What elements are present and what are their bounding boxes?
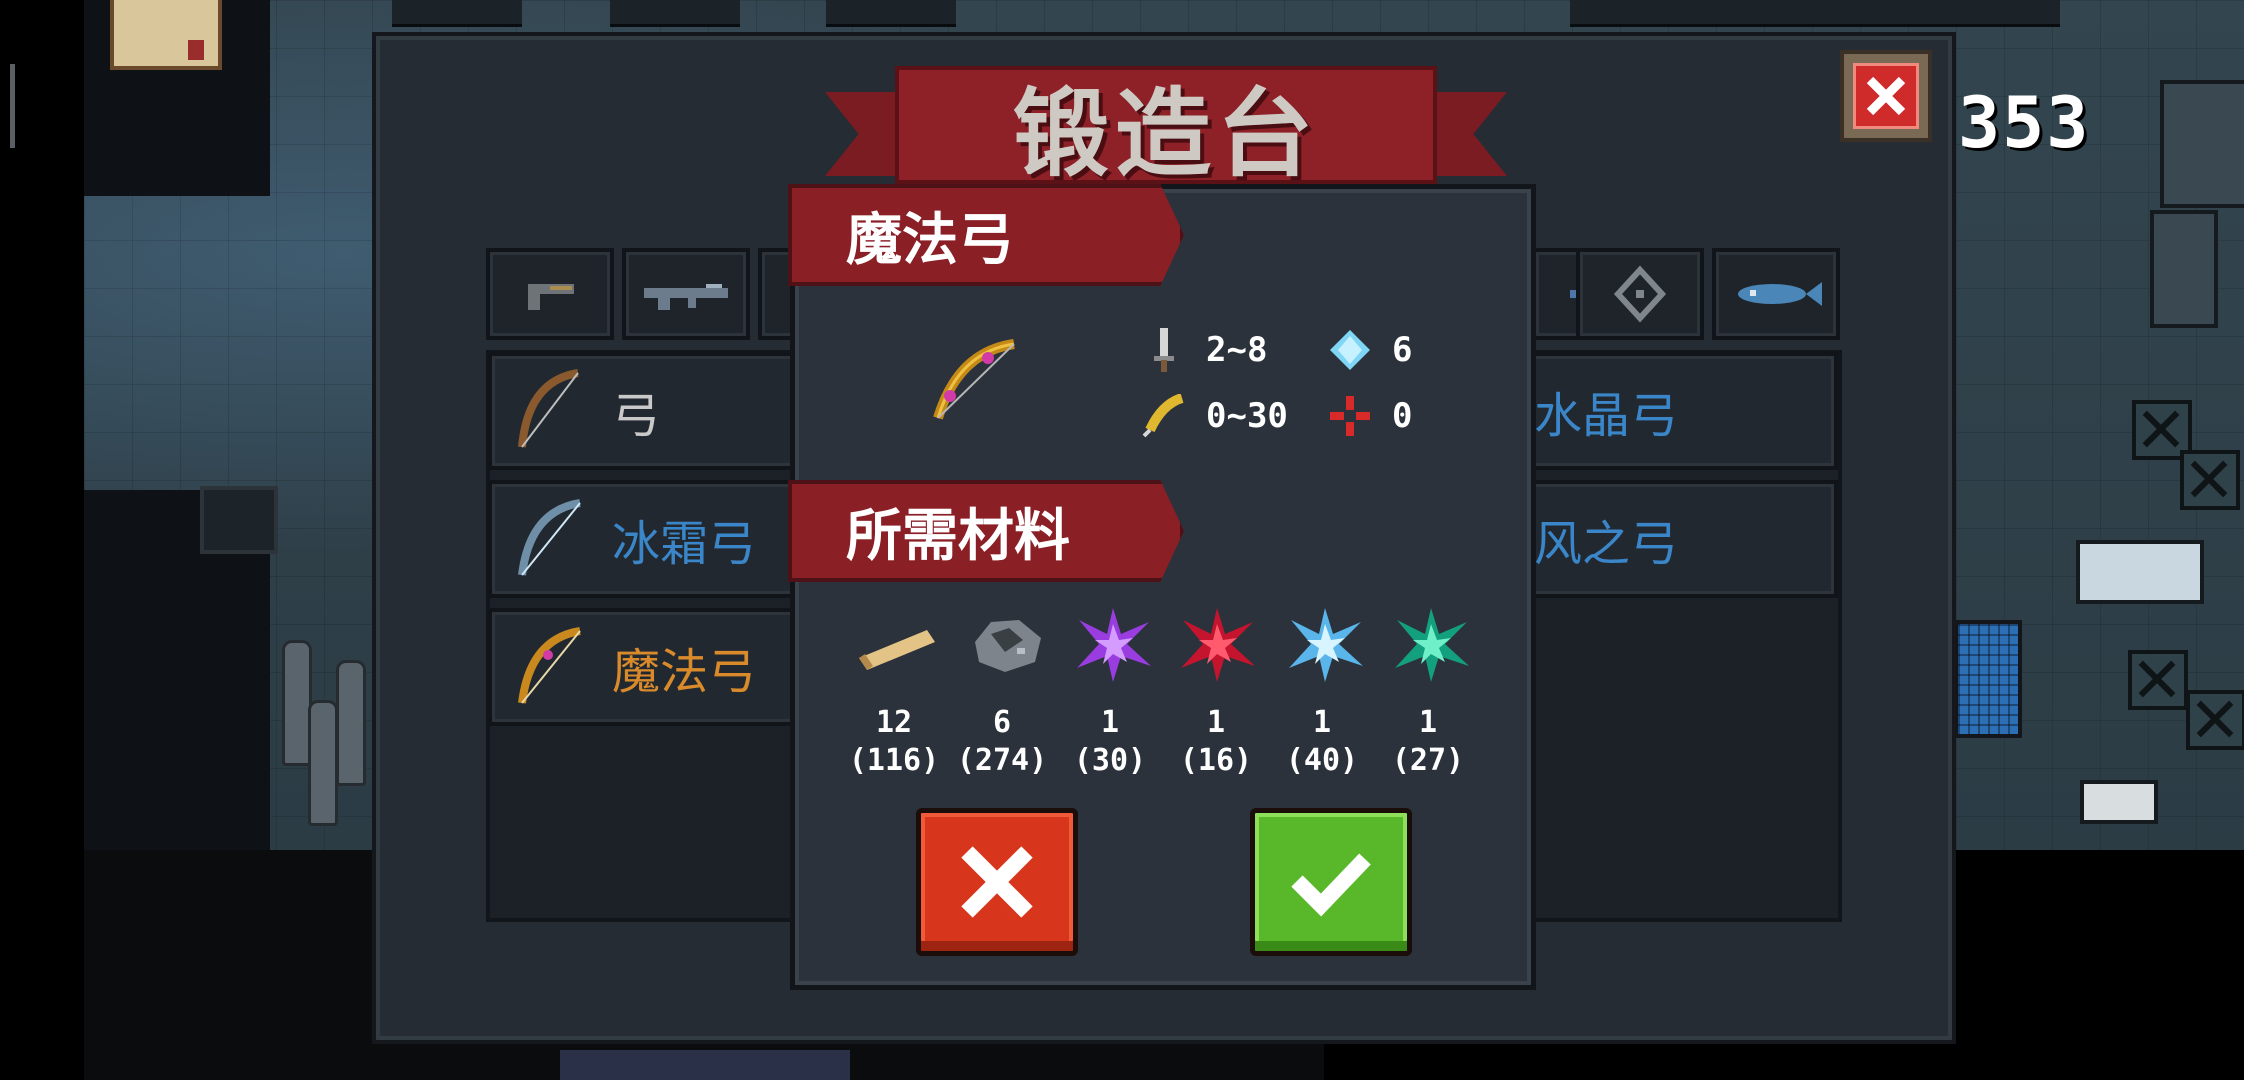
owned-amount: (30) [1073, 743, 1147, 778]
damage-stat: 2~8 [1142, 328, 1267, 372]
list-item-label: 魔法弓 [612, 644, 757, 700]
owned-amount: (40) [1285, 743, 1359, 778]
magic-bow-icon [518, 627, 581, 704]
magic-bow-large-icon [933, 339, 1015, 420]
notice-scroll-icon [110, 0, 222, 70]
gem-count: 353 [1958, 82, 2091, 164]
energy-value: 6 [1392, 330, 1413, 370]
required-amount: 12 [875, 705, 913, 740]
energy-stat: 6 [1328, 328, 1412, 372]
critical-value: 0 [1392, 396, 1413, 436]
required-amount: 1 [1100, 705, 1120, 740]
machine-cabinet [2150, 210, 2218, 328]
list-item-crystal-bow[interactable]: 水晶弓 [1520, 352, 1838, 470]
close-icon [1866, 76, 1906, 116]
material-count-wood: 12 (116) [844, 704, 944, 780]
critical-stat: 0 [1328, 394, 1412, 438]
list-item-wind-bow[interactable]: 风之弓 [1520, 480, 1838, 598]
red-crystal-icon [1172, 604, 1262, 684]
weapon-name: 魔法弓 [846, 207, 1014, 273]
owned-amount: (27) [1391, 743, 1465, 778]
wall-block [1570, 0, 2060, 27]
iron-ore-icon [962, 604, 1052, 684]
floor-tile [560, 1050, 850, 1080]
confirm-forge-button[interactable] [1250, 808, 1412, 956]
pipe-machine [2076, 540, 2204, 604]
critical-crosshair-icon [1330, 396, 1370, 436]
computer-screen [1954, 620, 2022, 738]
owned-amount: (16) [1179, 743, 1253, 778]
tab-pistol[interactable] [486, 248, 614, 340]
door-frame [200, 486, 278, 554]
required-amount: 1 [1312, 705, 1332, 740]
frost-bow-icon [518, 499, 581, 576]
crate-icon [2128, 650, 2188, 710]
panel-title: 锻造台 [895, 66, 1437, 190]
sword-icon [1154, 328, 1174, 372]
tab-rifle[interactable] [622, 248, 750, 340]
cancel-button[interactable] [916, 808, 1078, 956]
accuracy-stat: 0~30 [1142, 394, 1288, 438]
material-count-green: 1 (27) [1378, 704, 1478, 780]
material-count-ice: 1 (40) [1272, 704, 1372, 780]
list-item-bow[interactable]: 弓 [488, 352, 808, 470]
list-item-label: 冰霜弓 [612, 516, 757, 572]
accuracy-value: 0~30 [1206, 396, 1288, 436]
owned-amount: (274) [956, 743, 1048, 778]
machine-cabinet [2160, 80, 2244, 208]
close-icon [961, 846, 1033, 918]
wax-seal-icon [188, 40, 204, 60]
list-item-frost-bow[interactable]: 冰霜弓 [488, 480, 808, 598]
title-banner: 锻造台 [825, 66, 1507, 190]
ice-crystal-icon [1280, 604, 1370, 684]
damage-value: 2~8 [1206, 330, 1268, 370]
required-amount: 1 [1418, 705, 1438, 740]
weapon-name-banner: 魔法弓 [788, 184, 1184, 286]
green-crystal-icon [1386, 604, 1476, 684]
list-item-magic-bow[interactable]: 魔法弓 [488, 608, 808, 726]
gas-tank-icon [336, 660, 366, 786]
list-item-label: 风之弓 [1534, 516, 1679, 572]
console-icon [2080, 780, 2158, 824]
crosshair-icon [1613, 265, 1667, 323]
pistol-icon [528, 284, 574, 310]
material-count-purple: 1 (30) [1060, 704, 1160, 780]
fish-weapon-icon [1738, 282, 1822, 306]
checkmark-icon [1291, 853, 1371, 917]
purple-crystal-icon [1068, 604, 1158, 684]
weapon-detail-dialog [790, 184, 1536, 990]
material-count-iron: 6 (274) [952, 704, 1052, 780]
edge-handle [10, 64, 15, 148]
wall-block [392, 0, 522, 27]
owned-amount: (116) [848, 743, 940, 778]
crate-icon [2186, 690, 2244, 750]
materials-title: 所需材料 [846, 503, 1070, 569]
close-panel-button[interactable] [1840, 50, 1932, 142]
bow-icon [518, 369, 579, 448]
tab-accessory[interactable] [1576, 248, 1704, 340]
feather-icon [1142, 394, 1184, 438]
list-item-label: 水晶弓 [1534, 388, 1679, 444]
wall-block [610, 0, 740, 27]
tab-fish[interactable] [1712, 248, 1840, 340]
wall-block [826, 0, 956, 27]
required-amount: 1 [1206, 705, 1226, 740]
required-amount: 6 [992, 705, 1012, 740]
material-count-red: 1 (16) [1166, 704, 1266, 780]
wood-log-icon [852, 604, 942, 684]
materials-banner: 所需材料 [788, 480, 1184, 582]
energy-crystal-icon [1330, 330, 1370, 370]
crate-icon [2180, 450, 2240, 510]
list-item-label: 弓 [612, 388, 661, 444]
gas-tank-icon [308, 700, 338, 826]
rifle-icon [644, 284, 728, 310]
